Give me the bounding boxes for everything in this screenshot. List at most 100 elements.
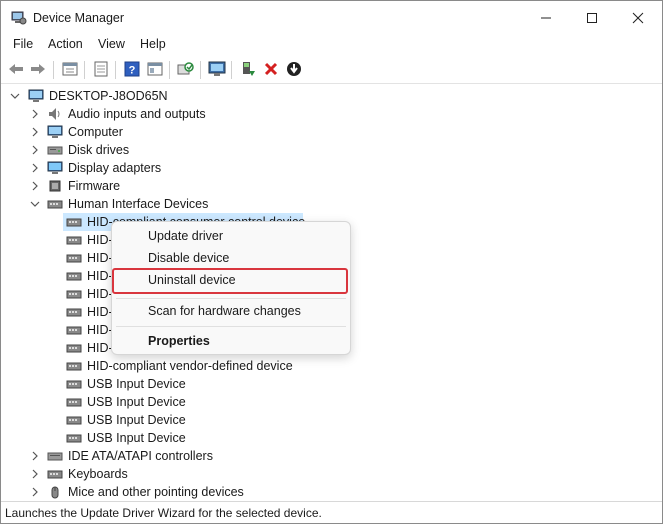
chevron-right-icon[interactable]	[29, 143, 41, 157]
category-label: Disk drives	[68, 143, 130, 157]
toolbar: ?	[1, 57, 662, 84]
device-manager-icon	[11, 11, 27, 25]
chevron-right-icon[interactable]	[29, 161, 41, 175]
keyboard-icon	[47, 467, 63, 481]
view-details-icon[interactable]	[146, 60, 164, 78]
tree-device[interactable]: USB Input Device	[1, 411, 661, 429]
update-driver-icon[interactable]	[239, 60, 257, 78]
status-bar: Launches the Update Driver Wizard for th…	[1, 501, 662, 523]
tree-category[interactable]: Mice and other pointing devices	[1, 483, 661, 499]
chevron-right-icon[interactable]	[29, 485, 41, 499]
hid-device-icon	[66, 269, 82, 283]
menu-divider	[116, 298, 346, 299]
tree-category[interactable]: Audio inputs and outputs	[1, 105, 661, 123]
monitor-icon[interactable]	[208, 60, 226, 78]
chevron-right-icon[interactable]	[29, 449, 41, 463]
menu-help[interactable]: Help	[140, 37, 166, 51]
root-label: DESKTOP-J8OD65N	[49, 89, 168, 103]
help-icon[interactable]: ?	[123, 60, 141, 78]
mouse-icon	[47, 485, 63, 499]
category-label: Firmware	[68, 179, 121, 193]
hid-icon	[47, 197, 63, 211]
chevron-right-icon[interactable]	[29, 179, 41, 193]
forward-arrow-icon[interactable]	[29, 60, 47, 78]
scan-hardware-icon[interactable]	[177, 60, 195, 78]
tree-category[interactable]: Computer	[1, 123, 661, 141]
chevron-right-icon[interactable]	[29, 125, 41, 139]
close-button[interactable]	[615, 1, 661, 35]
device-label: USB Input Device	[87, 395, 186, 409]
chevron-right-icon[interactable]	[29, 107, 41, 121]
hid-device-icon	[66, 251, 82, 265]
category-label: IDE ATA/ATAPI controllers	[68, 449, 213, 463]
hid-device-icon	[66, 377, 82, 391]
tree-category-expanded[interactable]: Human Interface Devices	[1, 195, 661, 213]
category-label: Human Interface Devices	[68, 197, 209, 211]
tree-category[interactable]: Keyboards	[1, 465, 661, 483]
category-label: Display adapters	[68, 161, 162, 175]
hid-device-icon	[66, 323, 82, 337]
menu-divider	[116, 326, 346, 327]
device-label: HID-	[87, 269, 113, 283]
device-label: HID-compliant vendor-defined device	[87, 359, 293, 373]
chevron-right-icon[interactable]	[29, 467, 41, 481]
context-update-driver[interactable]: Update driver	[148, 229, 223, 243]
device-label: USB Input Device	[87, 377, 186, 391]
hid-device-icon	[66, 287, 82, 301]
menu-bar: File Action View Help	[1, 35, 662, 55]
hid-device-icon	[66, 233, 82, 247]
ide-controller-icon	[47, 449, 63, 463]
hid-device-icon	[66, 359, 82, 373]
tree-device[interactable]: USB Input Device	[1, 375, 661, 393]
chevron-down-icon[interactable]	[29, 197, 41, 211]
uninstall-icon[interactable]	[262, 60, 280, 78]
category-label: Keyboards	[68, 467, 128, 481]
title-bar[interactable]: Device Manager	[1, 1, 662, 35]
tree-category[interactable]: IDE ATA/ATAPI controllers	[1, 447, 661, 465]
context-properties[interactable]: Properties	[148, 334, 210, 348]
tree-device[interactable]: USB Input Device	[1, 393, 661, 411]
download-icon[interactable]	[285, 60, 303, 78]
computer-icon	[28, 89, 44, 103]
display-adapter-icon	[47, 161, 63, 175]
maximize-button[interactable]	[569, 1, 615, 35]
svg-text:?: ?	[129, 65, 136, 77]
speaker-icon	[47, 107, 63, 121]
hid-device-icon	[66, 215, 82, 229]
hid-device-icon	[66, 305, 82, 319]
status-text: Launches the Update Driver Wizard for th…	[5, 506, 322, 520]
chevron-down-icon[interactable]	[9, 89, 21, 103]
tree-device[interactable]: HID-compliant vendor-defined device	[1, 357, 661, 375]
tree-category[interactable]: Display adapters	[1, 159, 661, 177]
minimize-button[interactable]	[523, 1, 569, 35]
tree-device[interactable]: USB Input Device	[1, 429, 661, 447]
hid-device-icon	[66, 413, 82, 427]
context-menu: Update driver Disable device Uninstall d…	[111, 221, 351, 355]
device-label: USB Input Device	[87, 431, 186, 445]
context-scan-hardware[interactable]: Scan for hardware changes	[148, 304, 301, 318]
menu-file[interactable]: File	[13, 37, 33, 51]
device-label: HID-	[87, 251, 113, 265]
firmware-icon	[47, 179, 63, 193]
device-label: HID-	[87, 341, 113, 355]
tree-category[interactable]: Disk drives	[1, 141, 661, 159]
context-disable-device[interactable]: Disable device	[148, 251, 229, 265]
disk-drive-icon	[47, 143, 63, 157]
computer-icon	[47, 125, 63, 139]
tree-category[interactable]: Firmware	[1, 177, 661, 195]
tree-root[interactable]: DESKTOP-J8OD65N	[1, 87, 661, 105]
device-manager-window: Device Manager File Action View Help ? D…	[0, 0, 663, 524]
category-label: Audio inputs and outputs	[68, 107, 206, 121]
device-label: HID-	[87, 233, 113, 247]
menu-action[interactable]: Action	[48, 37, 83, 51]
window-title: Device Manager	[33, 11, 125, 25]
back-arrow-icon[interactable]	[7, 60, 25, 78]
device-label: HID-	[87, 323, 113, 337]
device-label: HID-	[87, 305, 113, 319]
properties-icon[interactable]	[92, 60, 110, 78]
hid-device-icon	[66, 431, 82, 445]
hid-device-icon	[66, 395, 82, 409]
context-uninstall-device[interactable]: Uninstall device	[148, 273, 236, 287]
menu-view[interactable]: View	[98, 37, 125, 51]
properties-sheet-icon[interactable]	[61, 60, 79, 78]
